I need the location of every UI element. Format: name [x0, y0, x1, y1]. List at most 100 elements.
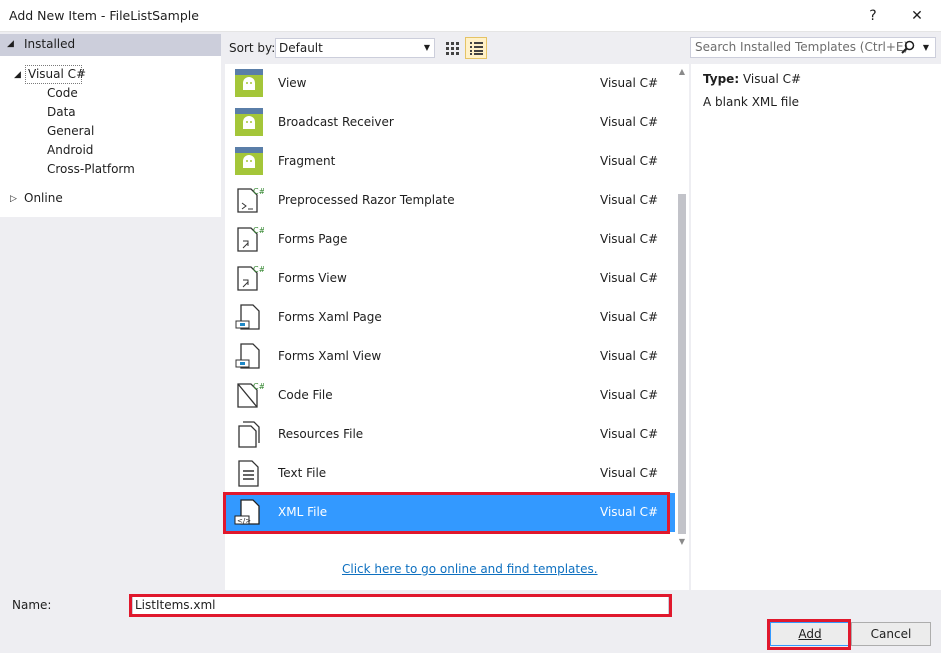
chevron-down-icon[interactable]: ▼: [923, 38, 929, 57]
forms-view-icon: C#: [234, 263, 266, 293]
template-row[interactable]: C# Preprocessed Razor Template Visual C#: [225, 181, 675, 220]
template-name: Resources File: [278, 427, 364, 441]
template-description: A blank XML file: [703, 95, 800, 109]
sort-by-dropdown[interactable]: Default ▼: [275, 38, 435, 58]
search-box[interactable]: Search Installed Templates (Ctrl+E) ▼: [690, 37, 936, 58]
template-row[interactable]: Resources File Visual C#: [225, 415, 675, 454]
svg-text:C#: C#: [253, 382, 264, 391]
tree-item-visual-csharp[interactable]: Visual C#: [28, 65, 86, 84]
cancel-button[interactable]: Cancel: [851, 622, 931, 646]
template-name: Forms Page: [278, 232, 348, 246]
svg-text:C#: C#: [253, 187, 264, 196]
online-templates-link[interactable]: Click here to go online and find templat…: [342, 562, 598, 576]
xml-file-icon: </>: [234, 497, 264, 527]
template-name: Code File: [278, 388, 333, 402]
scrollbar-thumb[interactable]: [678, 194, 686, 534]
template-name: Forms Xaml View: [278, 349, 382, 363]
scroll-up-arrow-icon[interactable]: ▲: [675, 67, 689, 76]
chevron-down-icon: ▼: [423, 43, 430, 52]
template-name: Fragment: [278, 154, 336, 168]
tree-item-code[interactable]: Code: [47, 84, 78, 103]
tree-item-installed-label: Installed: [24, 37, 76, 51]
template-language: Visual C#: [600, 232, 659, 246]
name-label: Name:: [12, 598, 52, 612]
scroll-down-arrow-icon[interactable]: ▼: [675, 537, 689, 546]
tree-item-android[interactable]: Android: [47, 141, 93, 160]
add-button[interactable]: Add: [770, 622, 850, 646]
template-row[interactable]: C# Code File Visual C#: [225, 376, 675, 415]
tree-item-cross-platform[interactable]: Cross-Platform: [47, 160, 135, 179]
template-row[interactable]: Broadcast Receiver Visual C#: [225, 103, 675, 142]
search-icon[interactable]: [901, 40, 915, 60]
list-view-button[interactable]: [465, 37, 487, 59]
code-file-icon: C#: [234, 380, 266, 410]
template-row[interactable]: C# Forms View Visual C#: [225, 259, 675, 298]
details-panel: Type: Visual C# A blank XML file: [691, 64, 941, 590]
template-row[interactable]: View Visual C#: [225, 64, 675, 103]
svg-text:C#: C#: [253, 265, 264, 274]
template-name: View: [278, 76, 307, 90]
xaml-page-icon: [234, 302, 264, 332]
title-bar: Add New Item - FileListSample ? ✕: [0, 0, 941, 32]
template-language: Visual C#: [600, 193, 659, 207]
tree-item-data[interactable]: Data: [47, 103, 76, 122]
template-type: Type: Visual C#: [703, 72, 801, 86]
help-button[interactable]: ?: [851, 0, 895, 32]
template-name: Forms View: [278, 271, 347, 285]
template-name: Broadcast Receiver: [278, 115, 394, 129]
template-language: Visual C#: [600, 505, 659, 519]
template-language: Visual C#: [600, 154, 659, 168]
template-name: XML File: [278, 505, 328, 519]
template-language: Visual C#: [600, 427, 659, 441]
template-language: Visual C#: [600, 388, 659, 402]
type-value: Visual C#: [742, 72, 802, 86]
android-icon: [234, 146, 264, 176]
expanded-arrow-icon[interactable]: ◢: [7, 39, 14, 49]
sort-by-label: Sort by:: [229, 41, 276, 55]
template-row[interactable]: Text File Visual C#: [225, 454, 675, 493]
xaml-view-icon: [234, 341, 264, 371]
search-input[interactable]: Search Installed Templates (Ctrl+E): [695, 40, 908, 54]
name-input[interactable]: ListItems.xml: [132, 596, 669, 615]
tree-item-general[interactable]: General: [47, 122, 94, 141]
forms-page-icon: C#: [234, 224, 266, 254]
expanded-arrow-icon[interactable]: ◢: [14, 70, 21, 80]
add-button-label: Add: [798, 627, 822, 641]
tree-item-installed[interactable]: ◢ Installed: [0, 34, 221, 56]
list-view-icon: [470, 42, 483, 55]
close-button[interactable]: ✕: [895, 0, 939, 32]
sort-by-value: Default: [279, 41, 323, 55]
template-language: Visual C#: [600, 115, 659, 129]
android-icon: [234, 68, 264, 98]
razor-template-icon: C#: [234, 185, 266, 215]
online-link-area: Click here to go online and find templat…: [225, 551, 689, 590]
template-name: Text File: [278, 466, 327, 480]
template-language: Visual C#: [600, 349, 659, 363]
resources-file-icon: [234, 419, 264, 449]
template-row[interactable]: C# Forms Page Visual C#: [225, 220, 675, 259]
tree-item-online[interactable]: Online: [24, 189, 63, 208]
window-title: Add New Item - FileListSample: [9, 8, 199, 23]
template-language: Visual C#: [600, 76, 659, 90]
template-row[interactable]: Fragment Visual C#: [225, 142, 675, 181]
android-icon: [234, 107, 264, 137]
template-language: Visual C#: [600, 271, 659, 285]
svg-text:C#: C#: [253, 226, 264, 235]
cancel-button-label: Cancel: [870, 627, 912, 641]
template-row[interactable]: Forms Xaml Page Visual C#: [225, 298, 675, 337]
template-language: Visual C#: [600, 310, 659, 324]
template-name: Preprocessed Razor Template: [278, 193, 455, 207]
category-tree: ◢ Installed ◢ Visual C# Code Data Genera…: [0, 32, 221, 590]
medium-icons-view-button[interactable]: [441, 37, 463, 59]
collapsed-arrow-icon[interactable]: ▷: [10, 194, 17, 204]
template-name: Forms Xaml Page: [278, 310, 382, 324]
svg-text:</>: </>: [237, 517, 251, 525]
template-row[interactable]: </> XML File Visual C#: [225, 493, 675, 532]
template-list: View Visual C# Broadcast Receiver Visual C#…: [225, 64, 689, 551]
text-file-icon: [234, 458, 264, 488]
grid-view-icon: [446, 42, 459, 55]
template-row[interactable]: Forms Xaml View Visual C#: [225, 337, 675, 376]
type-label: Type:: [703, 72, 740, 86]
list-scrollbar[interactable]: ▲ ▼: [675, 64, 689, 551]
template-language: Visual C#: [600, 466, 659, 480]
